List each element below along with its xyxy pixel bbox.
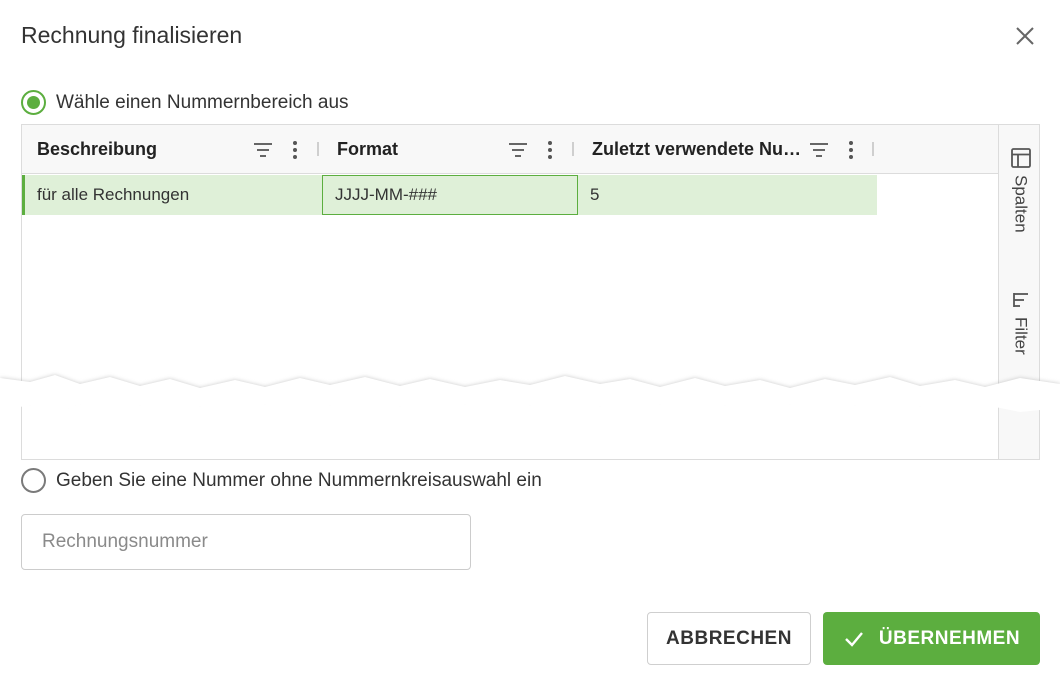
radio-option-manual-number[interactable]: Geben Sie eine Nummer ohne Nummernkreisa…: [21, 468, 542, 493]
apply-button[interactable]: ÜBERNEHMEN: [823, 612, 1040, 665]
cell-zuletzt-verwendete-nummer[interactable]: 5: [578, 175, 877, 215]
column-header-zuletzt-verwendete-nummer[interactable]: Zuletzt verwendete Nummer: [592, 125, 804, 174]
columns-panel-button[interactable]: Spalten: [999, 147, 1039, 233]
cancel-button[interactable]: ABBRECHEN: [647, 612, 811, 665]
filter-panel-button[interactable]: Filter: [999, 289, 1039, 355]
cell-text: 5: [590, 185, 600, 204]
check-icon: [845, 631, 863, 647]
cell-beschreibung[interactable]: für alle Rechnungen: [25, 175, 322, 215]
cell-text: für alle Rechnungen: [37, 185, 190, 204]
column-header-label: Beschreibung: [37, 139, 158, 159]
column-menu-icon[interactable]: [538, 138, 562, 162]
column-resize-handle[interactable]: [572, 142, 574, 156]
column-header-beschreibung[interactable]: Beschreibung: [37, 125, 247, 174]
column-menu-icon[interactable]: [283, 138, 307, 162]
grid-header: Beschreibung Format Zuletzt verwendete N…: [22, 125, 998, 174]
column-menu-icon[interactable]: [839, 138, 863, 162]
radio-label-manual-number: Geben Sie eine Nummer ohne Nummernkreisa…: [56, 469, 542, 491]
invoice-number-input[interactable]: [21, 514, 471, 570]
dialog-title: Rechnung finalisieren: [21, 22, 243, 48]
filter-panel-label: Filter: [1011, 317, 1031, 355]
cancel-button-label: ABBRECHEN: [666, 627, 792, 649]
column-resize-handle[interactable]: [872, 142, 874, 156]
filter-icon: [1012, 293, 1028, 307]
radio-button-manual-number[interactable]: [21, 468, 46, 493]
cell-format[interactable]: JJJJ-MM-###: [322, 175, 578, 215]
table-row[interactable]: für alle Rechnungen JJJJ-MM-### 5: [22, 175, 877, 215]
radio-label-number-range: Wähle einen Nummernbereich aus: [56, 91, 349, 113]
radio-button-number-range[interactable]: [21, 90, 46, 115]
columns-panel-label: Spalten: [1011, 175, 1031, 233]
column-filter-icon[interactable]: [807, 138, 831, 162]
close-icon[interactable]: [1012, 23, 1038, 49]
cell-text: JJJJ-MM-###: [335, 185, 438, 204]
torn-edge-divider: [0, 375, 1060, 414]
column-resize-handle[interactable]: [317, 142, 319, 156]
apply-button-label: ÜBERNEHMEN: [878, 627, 1021, 649]
column-header-label: Format: [337, 139, 399, 159]
column-header-label: Zuletzt verwendete Nummer: [592, 139, 804, 159]
column-filter-icon[interactable]: [506, 138, 530, 162]
column-header-format[interactable]: Format: [337, 125, 497, 174]
column-filter-icon[interactable]: [251, 138, 275, 162]
columns-icon: [1010, 148, 1031, 168]
radio-option-number-range[interactable]: Wähle einen Nummernbereich aus: [21, 90, 349, 115]
